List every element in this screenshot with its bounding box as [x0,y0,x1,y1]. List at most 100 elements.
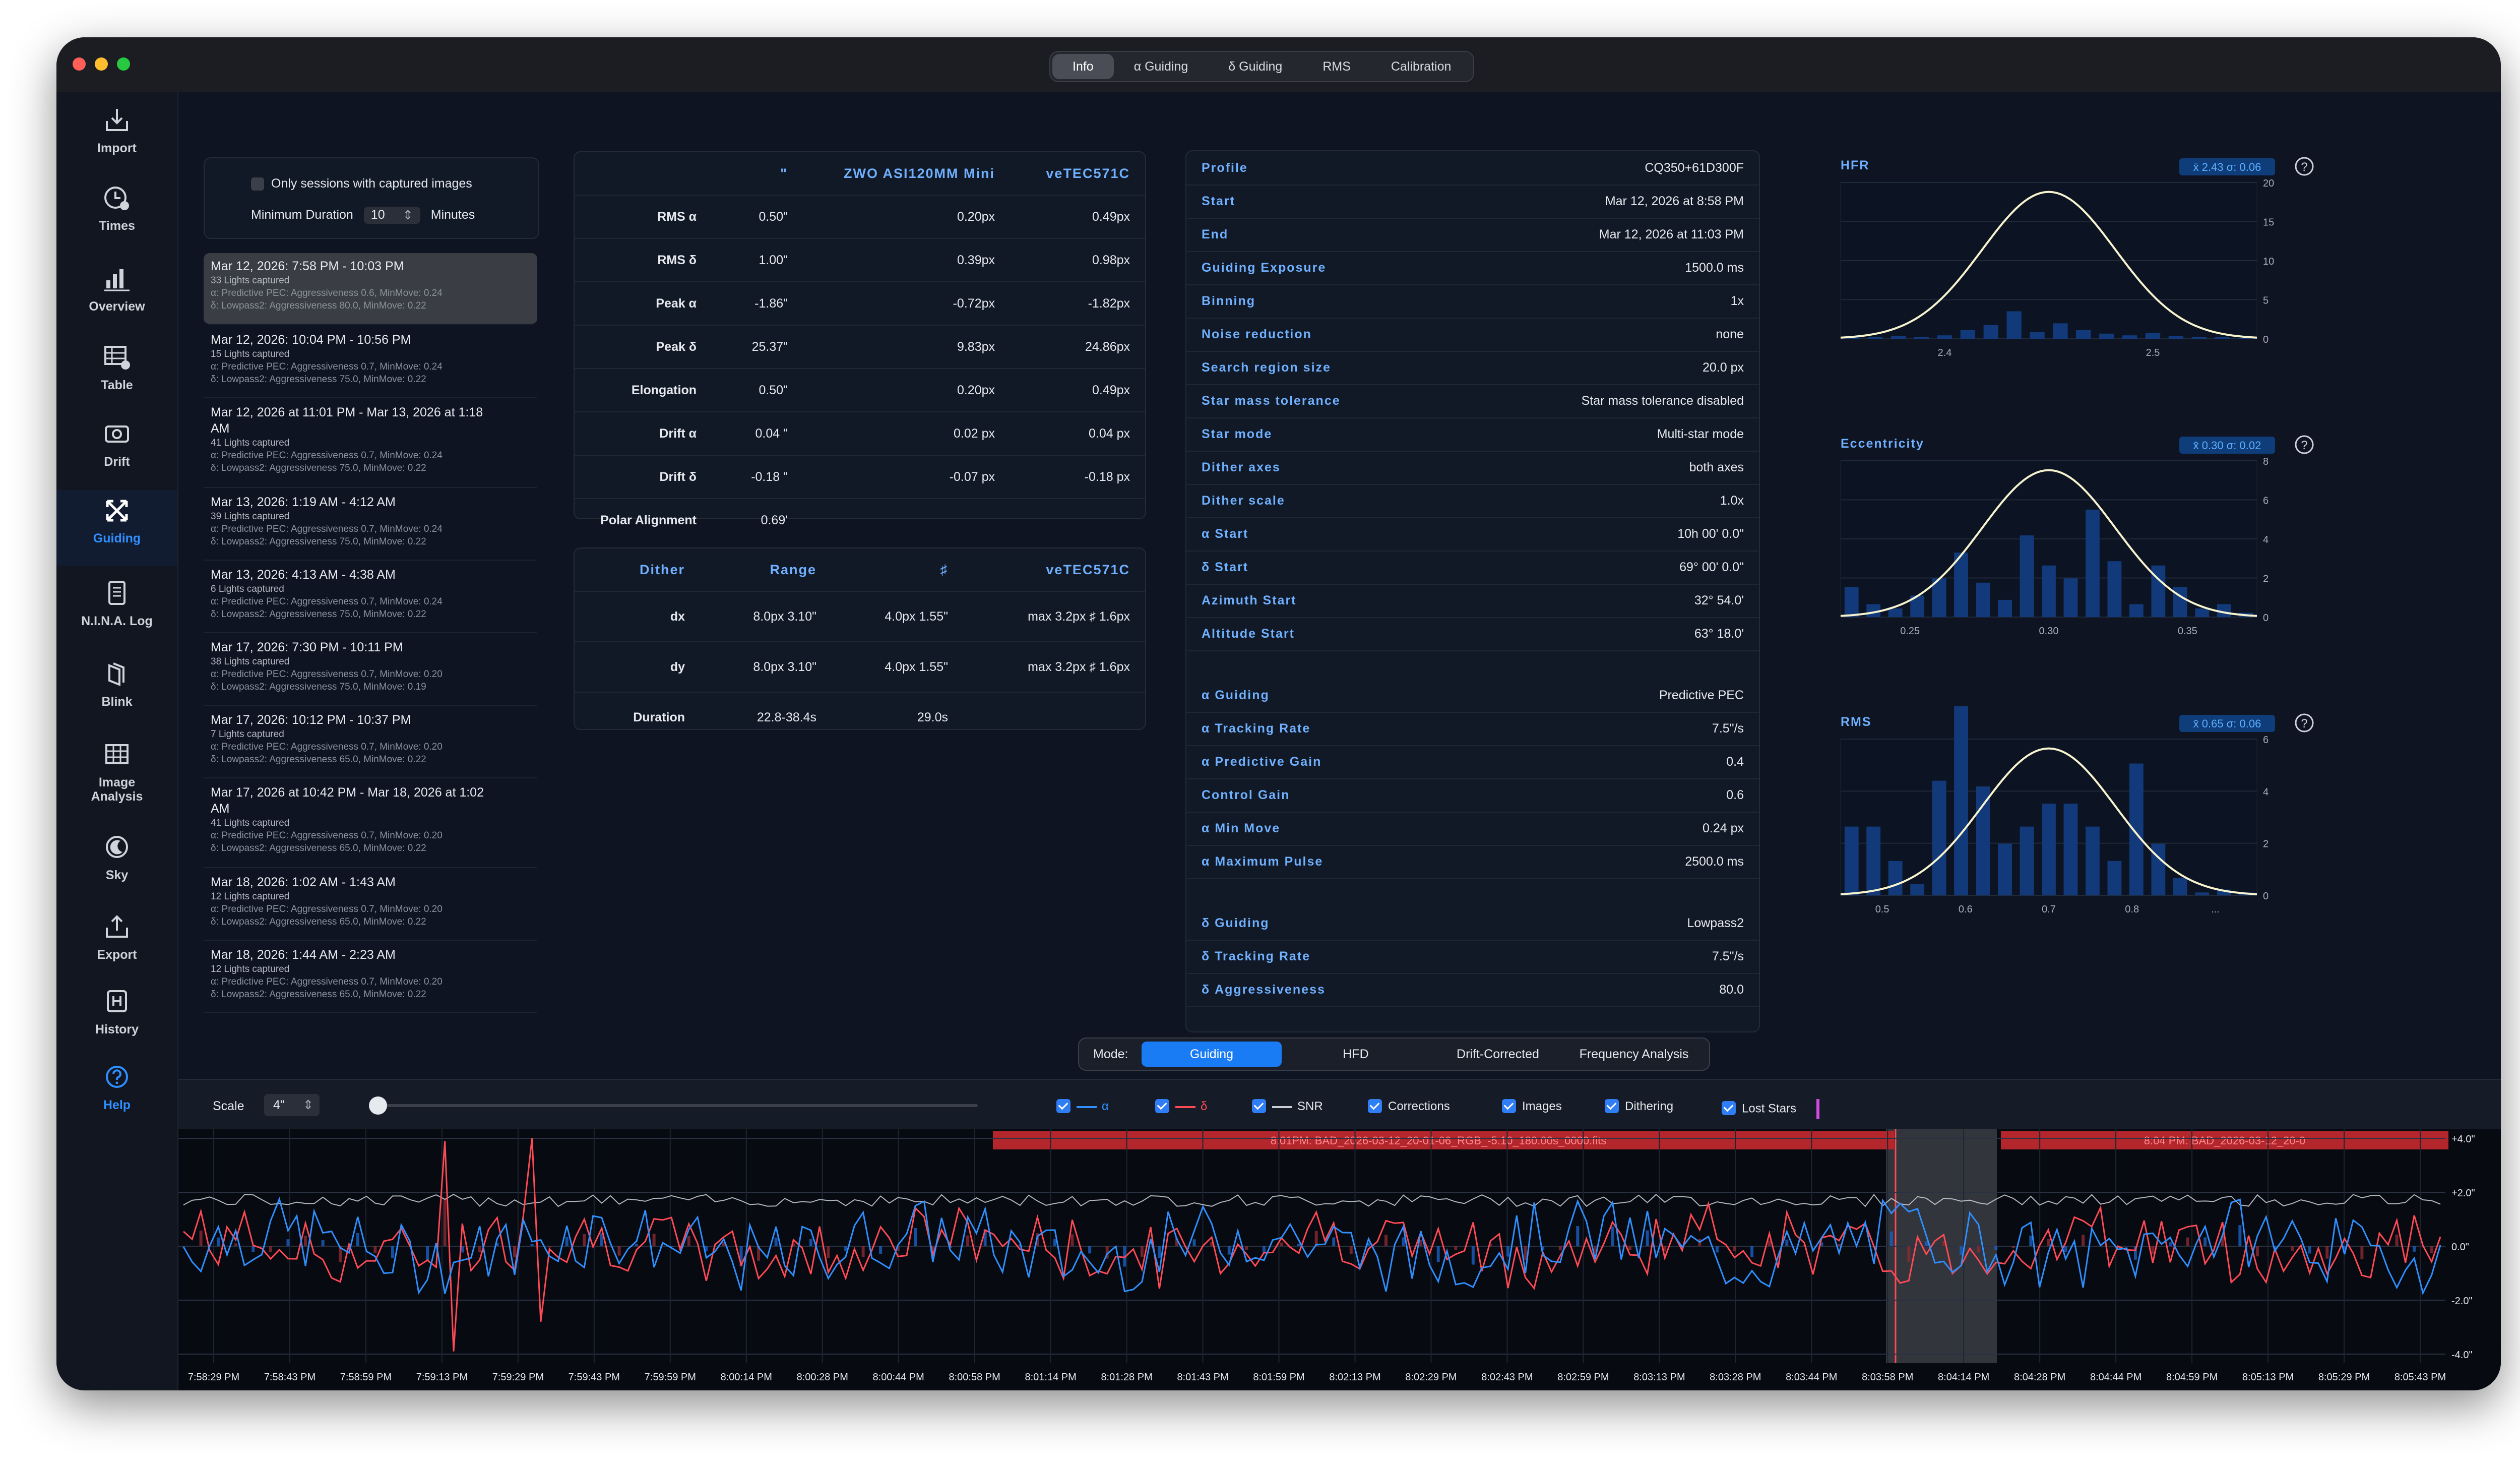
x-tick-label: 8:05:13 PM [2242,1372,2294,1383]
histogram-bar [1960,330,1976,339]
cell: 0.39px [803,238,1010,282]
help-question-mark: ? [2301,439,2307,452]
tab-alpha-guiding[interactable]: α Guiding [1114,54,1209,79]
sidebar-item-help[interactable]: Help [56,1060,177,1135]
cell: -0.18 px [1010,455,1145,499]
mode-guiding-button[interactable]: Guiding [1142,1042,1282,1067]
histogram-bar [1888,861,1903,895]
row-label: Peak δ [575,325,712,369]
session-item[interactable]: Mar 13, 2026: 4:13 AM - 4:38 AM 6 Lights… [204,562,537,633]
legend-snr[interactable]: SNR [1252,1099,1323,1114]
histogram-bar [1954,706,1969,895]
session-lights: 41 Lights captured [211,818,290,828]
y-tick-label: -4.0" [2451,1350,2473,1361]
session-item[interactable]: Mar 12, 2026: 10:04 PM - 10:56 PM 15 Lig… [204,327,537,398]
legend-corrections[interactable]: Corrections [1368,1099,1450,1114]
y-tick-label: 15 [2263,217,2274,228]
corrections-checkbox[interactable] [1368,1099,1382,1113]
sidebar-item-guiding[interactable]: Guiding [56,490,177,566]
legend-label: Dithering [1625,1100,1674,1113]
mode-hfd-button[interactable]: HFD [1286,1042,1426,1067]
guiding-graph[interactable]: 8:01PM: BAD_2026-03-12_20-01-06_RGB_-5.1… [178,1129,2501,1390]
histogram-bar [2086,509,2100,617]
legend-alpha[interactable]: α [1056,1099,1109,1114]
session-item[interactable]: Mar 18, 2026: 1:44 AM - 2:23 AM 12 Light… [204,942,537,1013]
images-checkbox[interactable] [1502,1099,1516,1113]
camera-header: veTEC571C [963,548,1145,592]
stats-header-blank [575,152,712,196]
info-value: both axes [1689,460,1744,474]
histogram-badge: x̄ 0.65 σ: 0.06 [2193,717,2261,730]
info-value: Multi-star mode [1657,427,1744,441]
zoom-window-button[interactable] [117,57,130,71]
cell: 24.86px [1010,325,1145,369]
info-key: Dither axes [1202,460,1281,474]
session-lights: 15 Lights captured [211,349,290,359]
session-item[interactable]: Mar 12, 2026: 7:58 PM - 10:03 PM 33 Ligh… [204,253,537,325]
sidebar-item-import[interactable]: Import [56,103,177,178]
tab-calibration[interactable]: Calibration [1371,54,1472,79]
tab-info[interactable]: Info [1052,54,1114,79]
legend-lost-stars[interactable]: Lost Stars [1722,1099,1820,1119]
session-item[interactable]: Mar 13, 2026: 1:19 AM - 4:12 AM 39 Light… [204,489,537,561]
time-slider-thumb[interactable] [369,1096,387,1115]
sidebar-item-label: Overview [89,299,145,314]
mode-frequency-analysis-button[interactable]: Frequency Analysis [1564,1042,1704,1067]
sidebar-item-blink[interactable]: Blink [56,656,177,732]
session-item[interactable]: Mar 12, 2026 at 11:01 PM - Mar 13, 2026 … [204,399,537,488]
info-row: Guiding Exposure 1500.0 ms [1186,251,1759,285]
x-tick-label: 8:00:58 PM [949,1372,1000,1383]
sidebar-item-history[interactable]: History [56,984,177,1060]
sidebar-item-image-analysis[interactable]: Image Analysis [56,737,177,823]
info-row: α Start 10h 00' 0.0" [1186,517,1759,552]
sidebar-item-sky[interactable]: Sky [56,830,177,905]
info-key: δ Guiding [1202,916,1270,930]
info-key: α Tracking Rate [1202,721,1311,736]
delta-swatch [1175,1106,1195,1108]
info-row: Search region size 20.0 px [1186,351,1759,385]
tab-delta-guiding[interactable]: δ Guiding [1208,54,1302,79]
min-duration-stepper[interactable]: 10 ⇕ [363,207,420,224]
mode-drift-corrected-button[interactable]: Drift-Corrected [1428,1042,1568,1067]
session-item[interactable]: Mar 17, 2026: 10:12 PM - 10:37 PM 7 Ligh… [204,707,537,778]
minimize-window-button[interactable] [95,57,108,71]
legend-dithering[interactable]: Dithering [1605,1099,1673,1114]
arrows-expand-icon [106,500,128,522]
info-row: α Guiding Predictive PEC [1186,679,1759,713]
alpha-checkbox[interactable] [1056,1099,1070,1113]
dithering-checkbox[interactable] [1605,1099,1619,1113]
only-captured-checkbox[interactable] [251,177,264,191]
histogram-bar [1888,608,1903,617]
time-slider-track[interactable] [375,1104,978,1107]
legend-delta[interactable]: δ [1155,1099,1207,1114]
sidebar-item-table[interactable]: Table [56,340,177,415]
lost-stars-checkbox[interactable] [1722,1101,1736,1116]
histogram-bar [2129,604,2144,617]
histogram-bar [2086,826,2100,895]
info-value: 10h 00' 0.0" [1677,527,1744,541]
snr-checkbox[interactable] [1252,1099,1266,1113]
sidebar-item-nina-log[interactable]: N.I.N.A. Log [56,576,177,651]
y-tick-label: 6 [2263,735,2269,746]
stepper-arrows-icon: ⇕ [303,1098,313,1112]
delta-checkbox[interactable] [1155,1099,1169,1113]
session-title: Mar 12, 2026 at 11:01 PM - Mar 13, 2026 … [211,405,483,436]
y-tick-label: 20 [2263,178,2274,189]
session-item[interactable]: Mar 18, 2026: 1:02 AM - 1:43 AM 12 Light… [204,869,537,941]
info-row: α Maximum Pulse 2500.0 ms [1186,845,1759,879]
sidebar-item-overview[interactable]: Overview [56,261,177,337]
session-item[interactable]: Mar 17, 2026 at 10:42 PM - Mar 18, 2026 … [204,779,537,868]
tab-rms[interactable]: RMS [1302,54,1371,79]
histogram-bar [1844,587,1859,617]
sidebar-item-drift[interactable]: Drift [56,416,177,492]
session-item[interactable]: Mar 17, 2026: 7:30 PM - 10:11 PM 38 Ligh… [204,634,537,706]
scale-select[interactable]: 4" ⇕ [264,1094,320,1116]
legend-images[interactable]: Images [1502,1099,1562,1114]
x-tick-label: 2.4 [1938,347,1952,358]
cell: -0.07 px [803,455,1010,499]
session-delta-settings: δ: Lowpass2: Aggressiveness 65.0, MinMov… [211,843,426,853]
sidebar-item-times[interactable]: Times [56,180,177,256]
session-title: Mar 13, 2026: 4:13 AM - 4:38 AM [211,568,396,582]
close-window-button[interactable] [73,57,86,71]
sidebar-item-export[interactable]: Export [56,909,177,985]
